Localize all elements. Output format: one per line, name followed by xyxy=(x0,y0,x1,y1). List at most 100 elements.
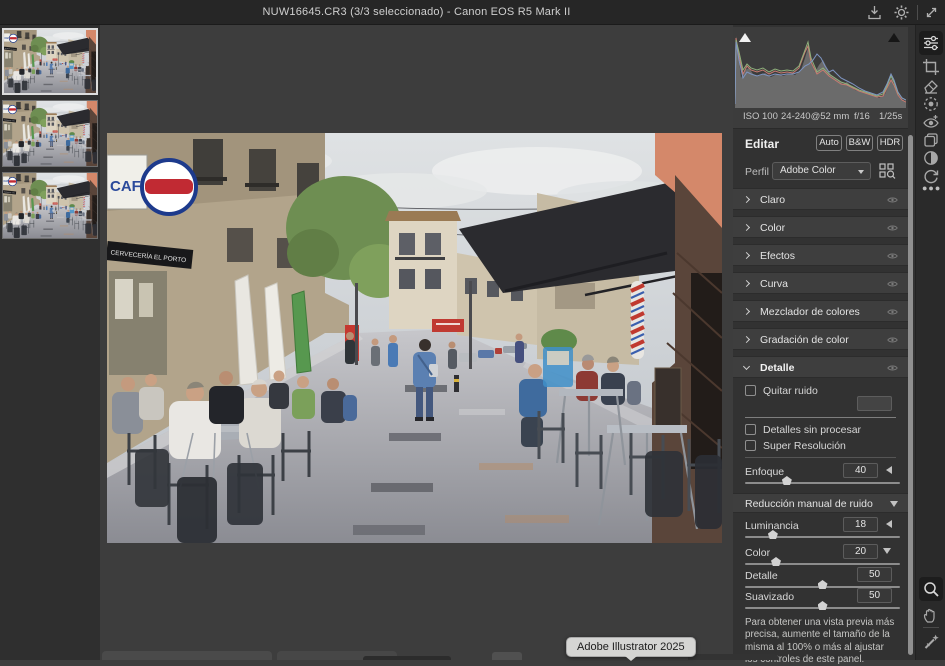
eye-icon[interactable] xyxy=(887,364,898,372)
checkbox-icon xyxy=(745,440,756,451)
luminance-value-field[interactable]: 18 xyxy=(843,517,878,532)
denoise-amount-field xyxy=(857,396,892,411)
photo-preview[interactable] xyxy=(107,133,722,543)
section-effects[interactable]: Efectos xyxy=(733,244,908,266)
tool-strip: ●●● xyxy=(915,25,945,660)
auto-button[interactable]: Auto xyxy=(816,135,842,151)
filmstrip-thumbnail-2[interactable] xyxy=(2,100,98,167)
ai-remove-tool-icon[interactable] xyxy=(922,633,940,651)
histogram-plot xyxy=(735,30,906,108)
eye-icon[interactable] xyxy=(887,280,898,288)
section-label: Color xyxy=(760,222,785,234)
detail-amount-value-field[interactable]: 50 xyxy=(857,567,892,582)
dock-item[interactable] xyxy=(102,651,272,660)
eye-icon[interactable] xyxy=(887,196,898,204)
sharpen-value-field[interactable]: 40 xyxy=(843,463,878,478)
disclosure-collapsed-icon[interactable] xyxy=(886,466,892,474)
disclosure-expanded-icon[interactable] xyxy=(883,548,891,554)
eye-icon[interactable] xyxy=(887,224,898,232)
chevron-right-icon xyxy=(743,196,750,203)
eye-icon[interactable] xyxy=(887,252,898,260)
filmstrip-thumbnail-3[interactable] xyxy=(2,172,98,239)
section-color-mixer[interactable]: Mezclador de colores xyxy=(733,300,908,322)
color-slider[interactable] xyxy=(745,563,900,565)
section-label: Claro xyxy=(760,194,785,206)
edit-panel: ISO 100 24-240@52 mm f/16 1/25s Editar A… xyxy=(733,25,915,660)
section-label: Gradación de color xyxy=(760,334,849,346)
slider-thumb[interactable] xyxy=(818,601,828,610)
chevron-right-icon xyxy=(743,336,750,343)
eye-icon[interactable] xyxy=(887,336,898,344)
settings-gear-icon[interactable] xyxy=(893,4,910,21)
disclosure-collapsed-icon[interactable] xyxy=(886,520,892,528)
luminance-slider[interactable] xyxy=(745,536,900,538)
section-label: Mezclador de colores xyxy=(760,306,860,318)
divider xyxy=(745,417,896,418)
color-value-field[interactable]: 20 xyxy=(843,544,878,559)
zoom-tool-button[interactable] xyxy=(919,577,943,601)
dock-tooltip: Adobe Illustrator 2025 xyxy=(566,637,696,657)
section-curve[interactable]: Curva xyxy=(733,272,908,294)
section-label: Detalle xyxy=(760,362,794,374)
magnifier-icon xyxy=(922,580,940,598)
window-title: NUW16645.CR3 (3/3 seleccionado) - Canon … xyxy=(100,6,733,18)
crop-tool-icon[interactable] xyxy=(922,58,940,76)
section-detail[interactable]: Detalle xyxy=(733,356,908,378)
export-icon[interactable] xyxy=(866,4,883,21)
profile-selected-value: Adobe Color xyxy=(780,165,836,176)
section-label: Curva xyxy=(760,278,788,290)
bw-button[interactable]: B&W xyxy=(846,135,873,151)
slider-thumb[interactable] xyxy=(771,557,781,566)
chevron-right-icon xyxy=(743,224,750,231)
fullscreen-icon[interactable] xyxy=(923,4,940,21)
chevron-right-icon xyxy=(743,308,750,315)
presets-tool-icon[interactable] xyxy=(922,131,940,149)
luminance-label: Luminancia xyxy=(745,520,799,532)
hdr-button[interactable]: HDR xyxy=(877,135,903,151)
sharpen-label: Enfoque xyxy=(745,466,784,478)
checkbox-icon xyxy=(745,424,756,435)
iso-value: ISO 100 xyxy=(743,111,778,122)
smoothing-value-field[interactable]: 50 xyxy=(857,588,892,603)
manual-noise-reduction-header[interactable]: Reducción manual de ruido xyxy=(733,493,908,513)
edit-tool-button[interactable] xyxy=(919,31,943,55)
toolbar-divider xyxy=(923,627,939,628)
smoothing-slider[interactable] xyxy=(745,607,900,609)
dock-item[interactable] xyxy=(363,656,451,660)
profile-browser-icon[interactable] xyxy=(879,163,896,179)
profile-label: Perfil xyxy=(745,166,769,178)
dock-item[interactable] xyxy=(688,654,778,660)
filmstrip xyxy=(0,25,100,660)
checkbox-icon xyxy=(745,385,756,396)
section-light[interactable]: Claro xyxy=(733,188,908,210)
more-tools-icon[interactable]: ●●● xyxy=(922,183,940,193)
lens-value: 24-240@52 mm xyxy=(781,111,849,122)
heal-eraser-tool-icon[interactable] xyxy=(922,77,940,95)
sharpen-slider[interactable] xyxy=(745,482,900,484)
preview-canvas xyxy=(100,25,733,660)
section-label: Efectos xyxy=(760,250,795,262)
edit-panel-title: Editar xyxy=(745,137,779,151)
aperture-value: f/16 xyxy=(854,111,870,122)
chevron-right-icon xyxy=(743,252,750,259)
divider xyxy=(745,457,896,458)
chevron-down-icon xyxy=(858,170,864,174)
chevron-down-icon xyxy=(743,363,750,370)
section-color-grading[interactable]: Gradación de color xyxy=(733,328,908,350)
capture-metadata: ISO 100 24-240@52 mm f/16 1/25s xyxy=(733,111,908,127)
profile-select[interactable]: Adobe Color xyxy=(772,162,871,180)
eye-icon[interactable] xyxy=(887,308,898,316)
hand-tool-icon[interactable] xyxy=(922,606,940,624)
filmstrip-thumbnail-1[interactable] xyxy=(2,28,98,95)
versions-tool-icon[interactable] xyxy=(922,149,940,167)
dock-item[interactable] xyxy=(492,652,522,660)
disclosure-expanded-icon[interactable] xyxy=(890,501,898,507)
section-color[interactable]: Color xyxy=(733,216,908,238)
masking-tool-icon[interactable] xyxy=(922,95,940,113)
slider-thumb[interactable] xyxy=(818,580,828,589)
sliders-icon xyxy=(922,34,940,52)
shutter-value: 1/25s xyxy=(879,111,902,122)
panel-scrollbar[interactable] xyxy=(908,135,913,655)
chevron-right-icon xyxy=(743,280,750,287)
red-eye-tool-icon[interactable] xyxy=(922,113,940,131)
